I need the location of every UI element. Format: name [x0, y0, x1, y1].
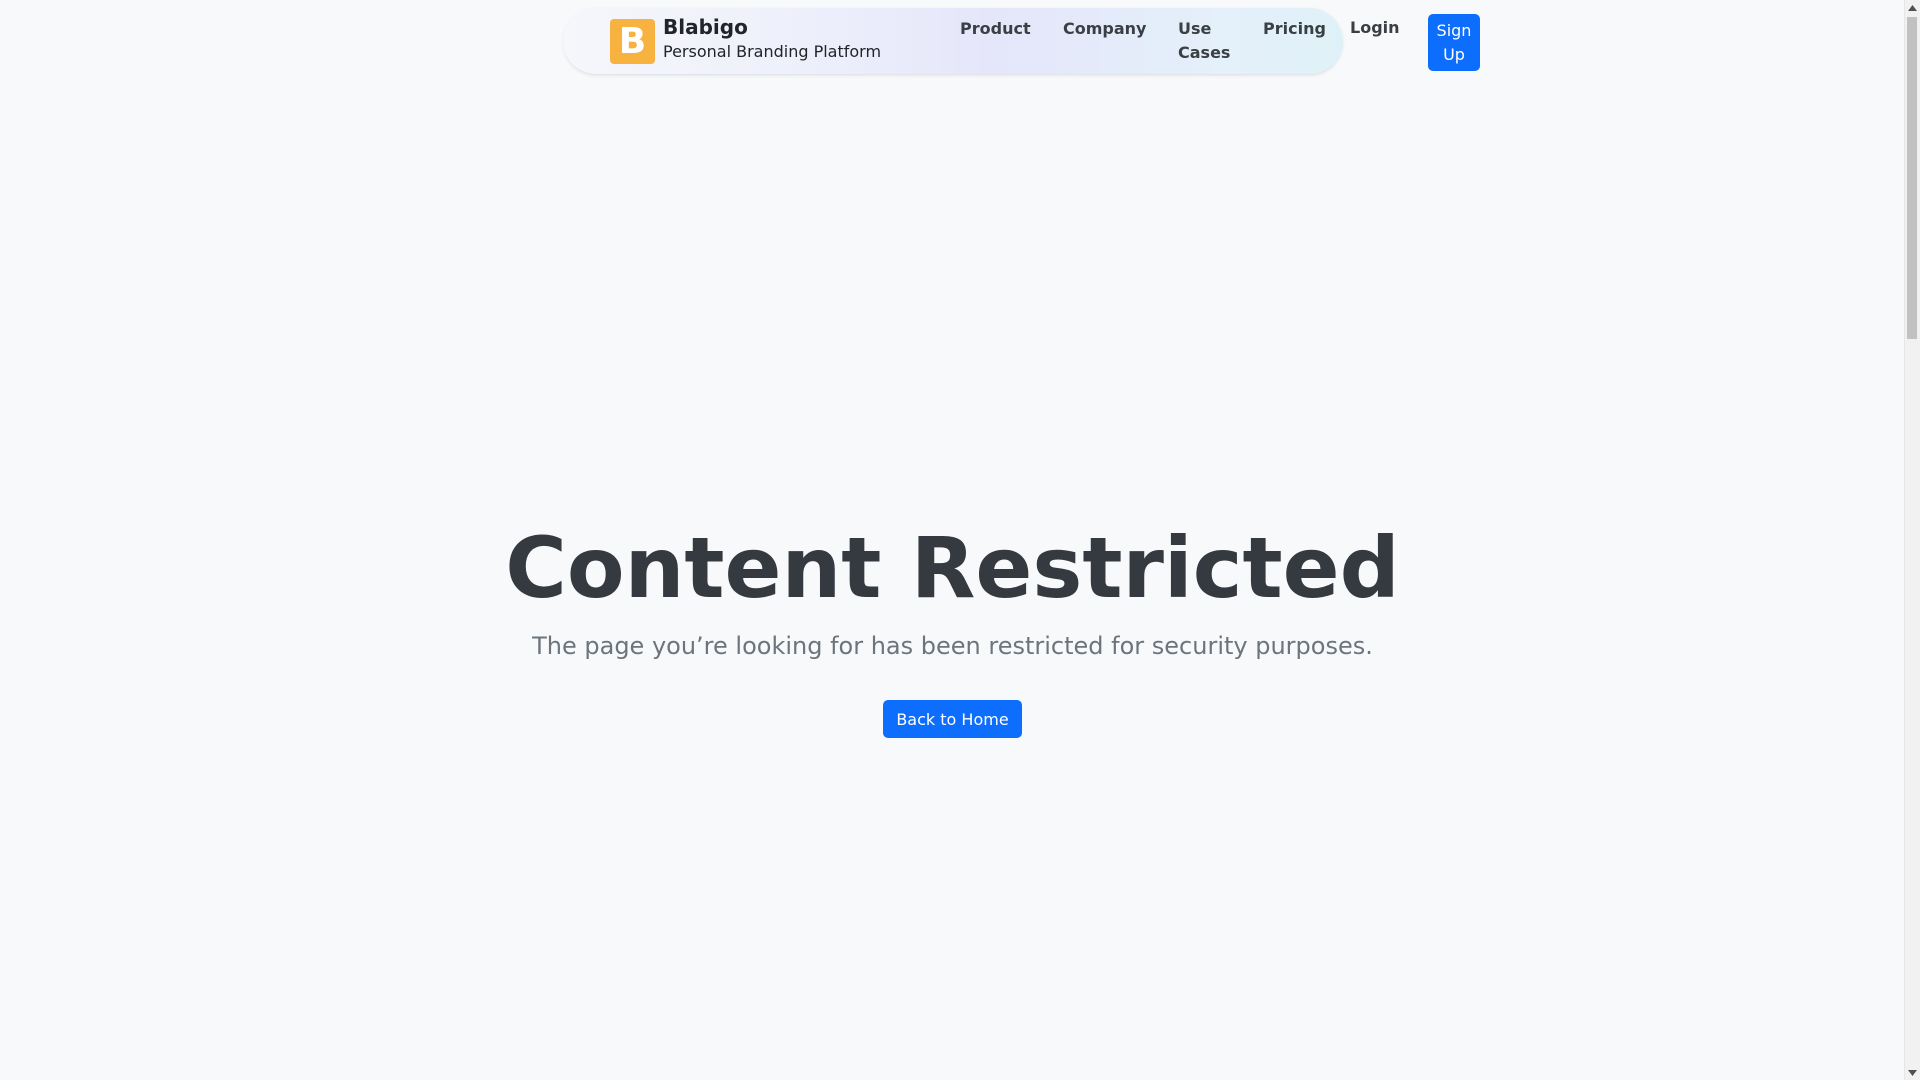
nav-product-link[interactable]: Product [960, 17, 1031, 41]
brand-tagline: Personal Branding Platform [663, 42, 882, 61]
page: B Blabigo Personal Branding Platform Pro… [0, 0, 1920, 1080]
brand-name[interactable]: Blabigo [663, 15, 748, 39]
vertical-scrollbar[interactable] [1904, 0, 1920, 1080]
brand-logo[interactable]: B [610, 19, 655, 64]
nav-company-link[interactable]: Company [1063, 17, 1146, 41]
scroll-up-arrow-icon[interactable] [1905, 0, 1920, 15]
nav-pricing-link[interactable]: Pricing [1263, 17, 1326, 41]
login-link[interactable]: Login [1350, 16, 1400, 40]
logo-letter: B [618, 21, 647, 62]
page-title: Content Restricted [505, 519, 1400, 617]
signup-button[interactable]: Sign Up [1428, 14, 1480, 71]
nav-use-cases-link[interactable]: Use Cases [1178, 17, 1238, 65]
back-to-home-button[interactable]: Back to Home [883, 700, 1022, 738]
scroll-down-arrow-icon[interactable] [1905, 1065, 1920, 1080]
scrollbar-thumb[interactable] [1907, 17, 1917, 339]
restriction-message: The page you’re looking for has been res… [532, 632, 1373, 660]
